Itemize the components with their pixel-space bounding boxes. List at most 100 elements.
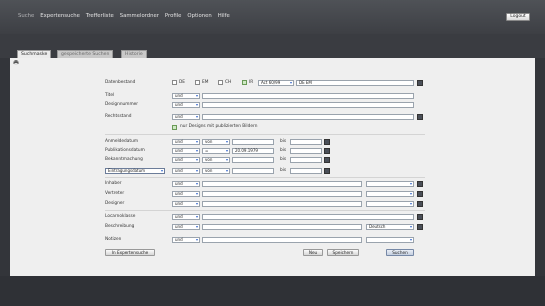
designer-operator-select[interactable]: und — [172, 201, 200, 207]
vertreter-picker-icon[interactable] — [417, 191, 423, 197]
beschreibung-language-select[interactable]: Deutsch — [366, 224, 414, 230]
nav-expertensuche[interactable]: Expertensuche — [40, 13, 80, 19]
search-button[interactable]: Suchen — [386, 249, 414, 256]
rechtsstand-operator-select[interactable]: und — [172, 114, 200, 120]
published-images-checkbox[interactable] — [172, 125, 177, 130]
eintragungsdatum-calendar-icon[interactable] — [324, 168, 330, 174]
section-divider — [105, 210, 425, 211]
anmeldedatum-from-input[interactable] — [232, 139, 274, 145]
expert-search-button[interactable]: In Expertensuche — [105, 249, 155, 256]
nav-trefferliste[interactable]: Trefferliste — [86, 13, 114, 19]
tab-suchmaske[interactable]: Suchmaske — [17, 50, 52, 58]
published-images-label: nur Designs mit publizierten Bildern — [180, 124, 258, 129]
beschreibung-operator-select[interactable]: und — [172, 224, 200, 230]
publikationsdatum-label: Publikationsdatum — [105, 148, 145, 153]
vertreter-input[interactable] — [202, 191, 362, 197]
ir-act-select[interactable]: Act 60/99 — [258, 80, 294, 86]
notizen-input[interactable] — [202, 237, 362, 243]
designer-picker-icon[interactable] — [417, 201, 423, 207]
checkbox-de[interactable] — [172, 80, 177, 85]
anmeldedatum-bis-label: bis — [280, 139, 287, 144]
label-ch: CH — [225, 80, 232, 85]
section-divider — [105, 134, 425, 135]
anmeldedatum-to-input[interactable] — [290, 139, 322, 145]
bekanntmachung-mode-select[interactable]: von — [202, 157, 230, 163]
top-bar: Suche Expertensuche Trefferliste Sammelo… — [0, 0, 545, 34]
designnummer-input[interactable] — [202, 102, 414, 108]
publikationsdatum-from-input[interactable]: 20.09.1979 — [232, 148, 274, 154]
bekanntmachung-from-input[interactable] — [232, 157, 274, 163]
designer-input[interactable] — [202, 201, 362, 207]
nav-optionen[interactable]: Optionen — [187, 13, 211, 19]
rechtsstand-label: Rechtsstand — [105, 114, 132, 119]
designnummer-operator-select[interactable]: und — [172, 102, 200, 108]
date-type-select[interactable]: Eintragungsdatum — [105, 168, 165, 174]
beschreibung-input[interactable] — [202, 224, 362, 230]
publikationsdatum-operator-select[interactable]: und — [172, 148, 200, 154]
datenbestand-label: Datenbestand — [105, 80, 136, 85]
nav-profile[interactable]: Profile — [165, 13, 181, 19]
beschreibung-label: Beschreibung — [105, 224, 135, 229]
anmeldedatum-calendar-icon[interactable] — [324, 139, 330, 145]
anmeldedatum-mode-select[interactable]: von — [202, 139, 230, 145]
label-de: DE — [179, 80, 186, 85]
vertreter-label: Vertreter — [105, 191, 125, 196]
publikationsdatum-to-input[interactable] — [290, 148, 322, 154]
eintragungsdatum-mode-select[interactable]: von — [202, 168, 230, 174]
inhaber-operator-select[interactable]: und — [172, 181, 200, 187]
new-button[interactable]: Neu — [303, 249, 323, 256]
search-panel — [10, 58, 535, 276]
main-nav: Suche Expertensuche Trefferliste Sammelo… — [18, 13, 230, 19]
vertreter-operator-select[interactable]: und — [172, 191, 200, 197]
locarnoklasse-input[interactable] — [202, 214, 414, 220]
label-em: EM — [202, 80, 209, 85]
nav-suche[interactable]: Suche — [18, 13, 34, 19]
tab-gespeicherte-suchen[interactable]: gespeicherte Suchen — [57, 50, 114, 58]
inhaber-country-select[interactable] — [366, 181, 414, 187]
section-divider — [105, 177, 425, 178]
bekanntmachung-calendar-icon[interactable] — [324, 157, 330, 163]
nav-sammelordner[interactable]: Sammelordner — [120, 13, 159, 19]
checkbox-ch[interactable] — [218, 80, 223, 85]
print-icon[interactable] — [13, 60, 19, 65]
checkbox-ir[interactable] — [242, 80, 247, 85]
eintragungsdatum-from-input[interactable] — [232, 168, 274, 174]
eintragungsdatum-operator-select[interactable]: und — [172, 168, 200, 174]
beschreibung-picker-icon[interactable] — [417, 224, 423, 230]
logout-button[interactable]: Logout — [506, 13, 530, 21]
anmeldedatum-operator-select[interactable]: und — [172, 139, 200, 145]
eintragungsdatum-to-input[interactable] — [290, 168, 322, 174]
notizen-label: Notizen — [105, 237, 122, 242]
bekanntmachung-operator-select[interactable]: und — [172, 157, 200, 163]
inhaber-label: Inhaber — [105, 181, 122, 186]
anmeldedatum-label: Anmeldedatum — [105, 139, 139, 144]
save-button[interactable]: Speichern — [327, 249, 359, 256]
datenbestand-picker-icon[interactable] — [417, 80, 423, 86]
publikationsdatum-bis-label: bis — [280, 148, 287, 153]
rechtsstand-input[interactable] — [202, 114, 414, 120]
bekanntmachung-label: Bekanntmachung — [105, 157, 143, 162]
publikationsdatum-mode-select[interactable]: = — [202, 148, 230, 154]
notizen-select[interactable] — [366, 237, 414, 243]
publikationsdatum-calendar-icon[interactable] — [324, 148, 330, 154]
titel-operator-select[interactable]: und — [172, 93, 200, 99]
designer-country-select[interactable] — [366, 201, 414, 207]
rechtsstand-picker-icon[interactable] — [417, 114, 423, 120]
bekanntmachung-to-input[interactable] — [290, 157, 322, 163]
eintragungsdatum-bis-label: bis — [280, 168, 287, 173]
datenbestand-selection-field[interactable]: DE EM — [296, 80, 414, 86]
vertreter-country-select[interactable] — [366, 191, 414, 197]
locarnoklasse-picker-icon[interactable] — [417, 214, 423, 220]
bottom-strip — [0, 276, 545, 306]
titel-input[interactable] — [202, 93, 414, 99]
checkbox-em[interactable] — [195, 80, 200, 85]
inhaber-input[interactable] — [202, 181, 362, 187]
tab-historie[interactable]: Historie — [121, 50, 147, 58]
titel-label: Titel — [105, 93, 115, 98]
notizen-operator-select[interactable]: und — [172, 237, 200, 243]
bekanntmachung-bis-label: bis — [280, 157, 287, 162]
nav-hilfe[interactable]: Hilfe — [218, 13, 230, 19]
inhaber-picker-icon[interactable] — [417, 181, 423, 187]
locarnoklasse-label: Locarnoklasse — [105, 214, 136, 219]
locarnoklasse-operator-select[interactable]: und — [172, 214, 200, 220]
